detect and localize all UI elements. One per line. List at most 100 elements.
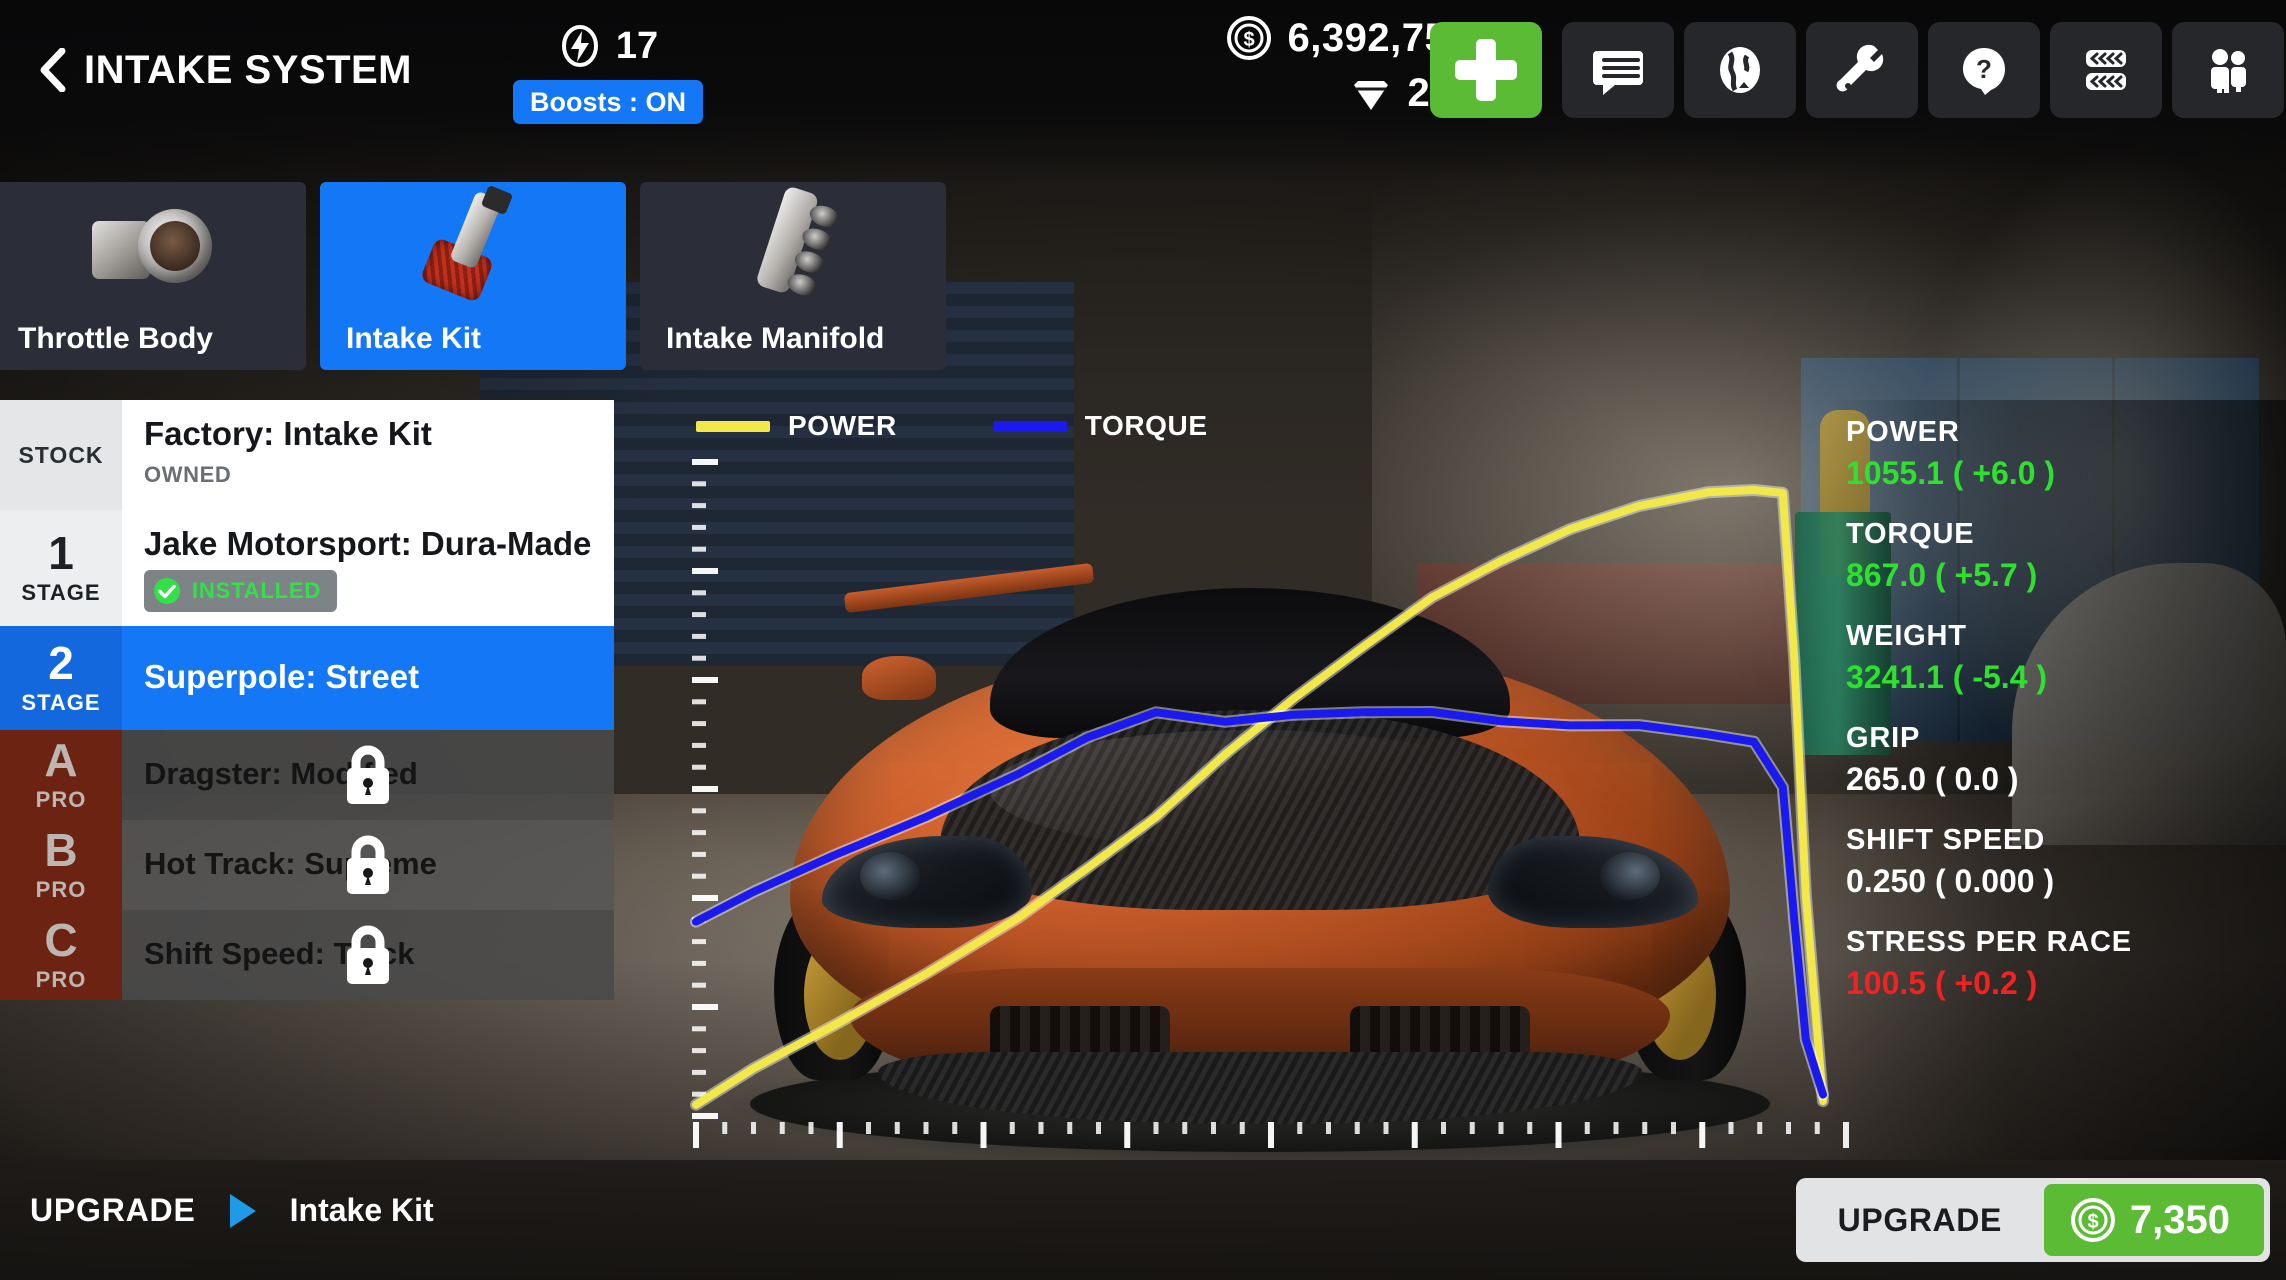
- tab-throttle-body-label: Throttle Body: [18, 322, 213, 355]
- stage-badge: STOCK: [0, 400, 122, 510]
- stat-shift-speed-value: 0.250 ( 0.000 ): [1846, 863, 2055, 899]
- coin-dollar-icon: $: [2070, 1198, 2115, 1242]
- lock-icon: [347, 835, 389, 894]
- tab-intake-kit[interactable]: Intake Kit: [320, 182, 626, 370]
- svg-text:?: ?: [1976, 54, 1992, 84]
- stat-power: POWER 1055.1 ( +6.0 ): [1846, 416, 2276, 492]
- currency-display: $ 6,392,753 20: [1110, 10, 1470, 120]
- stat-weight-label: WEIGHT: [1846, 620, 1967, 652]
- gem-icon: [1353, 81, 1388, 110]
- messages-icon: [1593, 51, 1643, 95]
- breadcrumb: UPGRADE Intake Kit: [30, 1192, 434, 1229]
- status-badge: INSTALLED: [144, 570, 338, 613]
- upgrade-buy-button[interactable]: UPGRADE $ 7,350: [1795, 1178, 2270, 1262]
- boost-bolt-icon: [561, 25, 598, 67]
- stage-badge: C PRO: [0, 910, 122, 1000]
- stat-torque-value: 867.0 ( +5.7 ): [1846, 557, 2038, 593]
- stat-power-value: 1055.1 ( +6.0 ): [1846, 455, 2056, 491]
- help-question-icon: ?: [1963, 48, 2005, 95]
- upgrade-price: $ 7,350: [2043, 1184, 2264, 1256]
- game-screen: POWER TORQUE INTAKE SYSTEM 17 Boosts: O…: [0, 0, 2286, 1280]
- throttle-body-icon: [0, 190, 306, 300]
- boosts-toggle-label: Boosts : ON: [529, 86, 686, 117]
- list-item-pro-b[interactable]: B PRO Hot Track: Supreme: [0, 820, 614, 910]
- tires-icon: [2086, 50, 2126, 90]
- stat-shift-speed-label: SHIFT SPEED: [1846, 824, 2045, 856]
- stat-shift-speed: SHIFT SPEED 0.250 ( 0.000 ): [1846, 824, 2276, 900]
- friends-button[interactable]: [2172, 22, 2284, 118]
- lock-icon: [347, 745, 389, 804]
- stat-stress-value: 100.5 ( +0.2 ): [1846, 965, 2038, 1001]
- help-button[interactable]: ?: [1928, 22, 2040, 118]
- tuning-button[interactable]: [1806, 22, 1918, 118]
- stat-torque: TORQUE 867.0 ( +5.7 ): [1846, 518, 2276, 594]
- tab-intake-manifold-label: Intake Manifold: [666, 322, 885, 355]
- stage-badge-label: PRO: [35, 877, 87, 902]
- bottom-bar: UPGRADE Intake Kit UPGRADE $ 7,350: [0, 1160, 2286, 1280]
- stage-badge: 1 STAGE: [0, 510, 122, 626]
- stage-badge: A PRO: [0, 730, 122, 820]
- stage-badge-number: A: [44, 734, 78, 786]
- list-item-stock[interactable]: STOCK Factory: Intake Kit OWNED: [0, 400, 614, 510]
- upgrade-status: OWNED: [144, 462, 232, 488]
- stat-stress-label: STRESS PER RACE: [1846, 926, 2132, 958]
- breadcrumb-root[interactable]: UPGRADE: [30, 1192, 196, 1229]
- stat-weight-value: 3241.1 ( -5.4 ): [1846, 659, 2047, 695]
- status-badge-label: INSTALLED: [192, 578, 322, 604]
- lock-icon: [347, 925, 389, 984]
- world-button[interactable]: [1684, 22, 1796, 118]
- garage-button[interactable]: [2050, 22, 2162, 118]
- header-icon-row: ?: [1562, 22, 2284, 118]
- stage-badge-number: 2: [48, 637, 74, 689]
- triangle-right-icon: [229, 1193, 256, 1228]
- stage-badge-label: STOCK: [18, 441, 104, 468]
- intake-manifold-icon: [640, 185, 946, 300]
- part-category-tabs: Throttle Body Intake Kit Intake Manifold: [0, 182, 946, 370]
- cash-row: $ 6,392,753: [1110, 10, 1470, 66]
- messages-button[interactable]: [1562, 22, 1674, 118]
- boost-section: 17 Boosts : ON: [478, 18, 738, 124]
- list-item-pro-c[interactable]: C PRO Shift Speed: Track: [0, 910, 614, 1000]
- stat-torque-label: TORQUE: [1846, 518, 1975, 550]
- wrench-icon: [1836, 44, 1884, 92]
- add-currency-button[interactable]: [1430, 22, 1542, 118]
- gem-row: 20: [1110, 66, 1470, 120]
- stat-weight: WEIGHT 3241.1 ( -5.4 ): [1846, 620, 2276, 696]
- stat-grip: GRIP 265.0 ( 0.0 ): [1846, 722, 2276, 798]
- stage-badge-number: 1: [48, 527, 74, 579]
- stage-badge: B PRO: [0, 820, 122, 910]
- stats-panel: POWER 1055.1 ( +6.0 ) TORQUE 867.0 ( +5.…: [1846, 416, 2276, 1028]
- stat-stress-per-race: STRESS PER RACE 100.5 ( +0.2 ): [1846, 926, 2276, 1002]
- tab-throttle-body[interactable]: Throttle Body: [0, 182, 306, 370]
- list-item-stage-1[interactable]: 1 STAGE Jake Motorsport: Dura-Made INSTA…: [0, 510, 614, 626]
- stage-badge-label: PRO: [35, 967, 87, 992]
- boost-count: 17: [615, 24, 659, 67]
- list-item-stage-2[interactable]: 2 STAGE Superpole: Street: [0, 626, 614, 730]
- list-item-pro-a[interactable]: A PRO Dragster: Modified: [0, 730, 614, 820]
- stat-grip-label: GRIP: [1846, 722, 1921, 754]
- chart-plot: [690, 459, 1849, 1148]
- check-circle-icon: [154, 578, 180, 605]
- stat-grip-value: 265.0 ( 0.0 ): [1846, 761, 2019, 797]
- tab-intake-kit-label: Intake Kit: [346, 322, 482, 355]
- breadcrumb-current: Intake Kit: [289, 1192, 434, 1228]
- upgrade-title: Superpole: Street: [144, 657, 420, 695]
- upgrade-title: Jake Motorsport: Dura-Made: [144, 525, 592, 562]
- page-title: INTAKE SYSTEM: [84, 48, 413, 92]
- svg-text:$: $: [2087, 1211, 2098, 1233]
- upgrade-title: Factory: Intake Kit: [144, 415, 432, 452]
- boosts-toggle-button[interactable]: Boosts : ON: [513, 80, 703, 124]
- stage-badge-label: PRO: [35, 787, 87, 812]
- upgrade-list: STOCK Factory: Intake Kit OWNED 1 STAGE …: [0, 400, 614, 1000]
- friends-icon: [2211, 49, 2246, 93]
- dyno-chart: POWER TORQUE: [660, 400, 1860, 1160]
- stage-badge-label: STAGE: [21, 580, 101, 605]
- stage-badge: 2 STAGE: [0, 626, 122, 730]
- svg-text:$: $: [1243, 29, 1254, 51]
- back-button[interactable]: [24, 42, 80, 98]
- stage-badge-number: B: [44, 824, 78, 876]
- tab-intake-manifold[interactable]: Intake Manifold: [640, 182, 946, 370]
- intake-kit-icon: [320, 184, 626, 303]
- upgrade-price-amount: 7,350: [2129, 1197, 2230, 1242]
- stage-badge-label: STAGE: [21, 690, 101, 715]
